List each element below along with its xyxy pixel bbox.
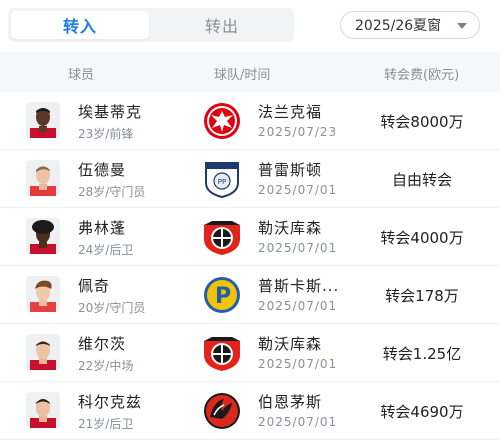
player-name: 科尔克兹: [78, 393, 143, 411]
transfer-top-bar: 转入 转出 2025/26夏窗: [0, 0, 500, 48]
transfer-fee: 转会4690万: [380, 403, 464, 421]
column-header-player: 球员: [68, 68, 95, 83]
player-avatar: [26, 392, 60, 428]
table-row[interactable]: 维尔茨 22岁/中场 勒沃库森 2025/07/01 转会1.25亿: [0, 324, 500, 382]
svg-text:PP: PP: [218, 178, 226, 186]
leverkusen-logo-icon: [200, 217, 244, 257]
player-avatar: [26, 160, 60, 196]
preston-north-end-logo-icon: PP: [200, 159, 244, 199]
team-name: 勒沃库森: [258, 335, 323, 353]
team-name: 普斯卡斯...: [258, 277, 340, 295]
player-age-position: 22岁/中场: [78, 359, 134, 373]
transfer-date: 2025/07/01: [258, 183, 338, 197]
transfer-fee: 转会4000万: [380, 229, 464, 247]
leverkusen-logo-icon: [200, 333, 244, 373]
table-header: 球员 球队/时间 转会费(欧元): [0, 52, 500, 92]
puskas-akademia-logo-icon: P: [200, 275, 244, 315]
table-row[interactable]: 佩奇 20岁/守门员 P 普斯卡斯... 2025/07/01 转会178万: [0, 266, 500, 324]
team-name: 法兰克福: [258, 103, 323, 121]
transfer-date: 2025/07/01: [258, 299, 338, 313]
player-avatar: [26, 276, 60, 312]
table-row[interactable]: 科尔克兹 21岁/后卫 伯恩茅斯 2025/07/01 转会4690万: [0, 382, 500, 440]
player-name: 埃基蒂克: [78, 103, 143, 121]
transfer-date: 2025/07/01: [258, 241, 338, 255]
player-name: 佩奇: [78, 277, 111, 295]
transfer-date: 2025/07/01: [258, 357, 338, 371]
column-header-fee: 转会费(欧元): [384, 68, 460, 83]
player-avatar: [26, 102, 60, 138]
season-select-value: 2025/26夏窗: [355, 18, 442, 34]
table-row[interactable]: 埃基蒂克 23岁/前锋 法兰克福 2025/07/23 转会8000万: [0, 92, 500, 150]
player-age-position: 20岁/守门员: [78, 301, 146, 315]
player-name: 维尔茨: [78, 335, 127, 353]
player-age-position: 24岁/后卫: [78, 243, 134, 257]
tab-transfer-out[interactable]: 转出: [153, 11, 291, 39]
transfer-fee: 自由转会: [391, 171, 452, 189]
column-header-team-time: 球队/时间: [214, 68, 271, 83]
player-age-position: 28岁/守门员: [78, 185, 146, 199]
transfer-fee: 转会178万: [385, 287, 459, 305]
player-age-position: 23岁/前锋: [78, 127, 134, 141]
season-select[interactable]: 2025/26夏窗: [340, 11, 480, 39]
tab-transfer-in[interactable]: 转入: [11, 11, 149, 39]
team-name: 普雷斯顿: [258, 161, 323, 179]
transfer-fee: 转会1.25亿: [382, 345, 462, 363]
table-row[interactable]: 弗林蓬 24岁/后卫 勒沃库森 2025/07/01 转会4000万: [0, 208, 500, 266]
transfer-date: 2025/07/23: [258, 125, 338, 139]
player-avatar: [26, 334, 60, 370]
player-avatar: [26, 218, 60, 254]
chevron-down-icon: [457, 23, 467, 29]
transfer-fee: 转会8000万: [380, 113, 464, 131]
table-row[interactable]: 伍德曼 28岁/守门员 PP 普雷斯顿 2025/07/01 自由转会: [0, 150, 500, 208]
team-name: 伯恩茅斯: [258, 393, 323, 411]
player-name: 弗林蓬: [78, 219, 127, 237]
eintracht-frankfurt-logo-icon: [200, 101, 244, 141]
transfer-direction-switch: 转入 转出: [8, 8, 294, 42]
player-age-position: 21岁/后卫: [78, 417, 134, 431]
team-name: 勒沃库森: [258, 219, 323, 237]
transfer-date: 2025/07/01: [258, 415, 338, 429]
player-name: 伍德曼: [78, 161, 127, 179]
svg-text:P: P: [215, 284, 231, 309]
bournemouth-logo-icon: [200, 391, 244, 431]
